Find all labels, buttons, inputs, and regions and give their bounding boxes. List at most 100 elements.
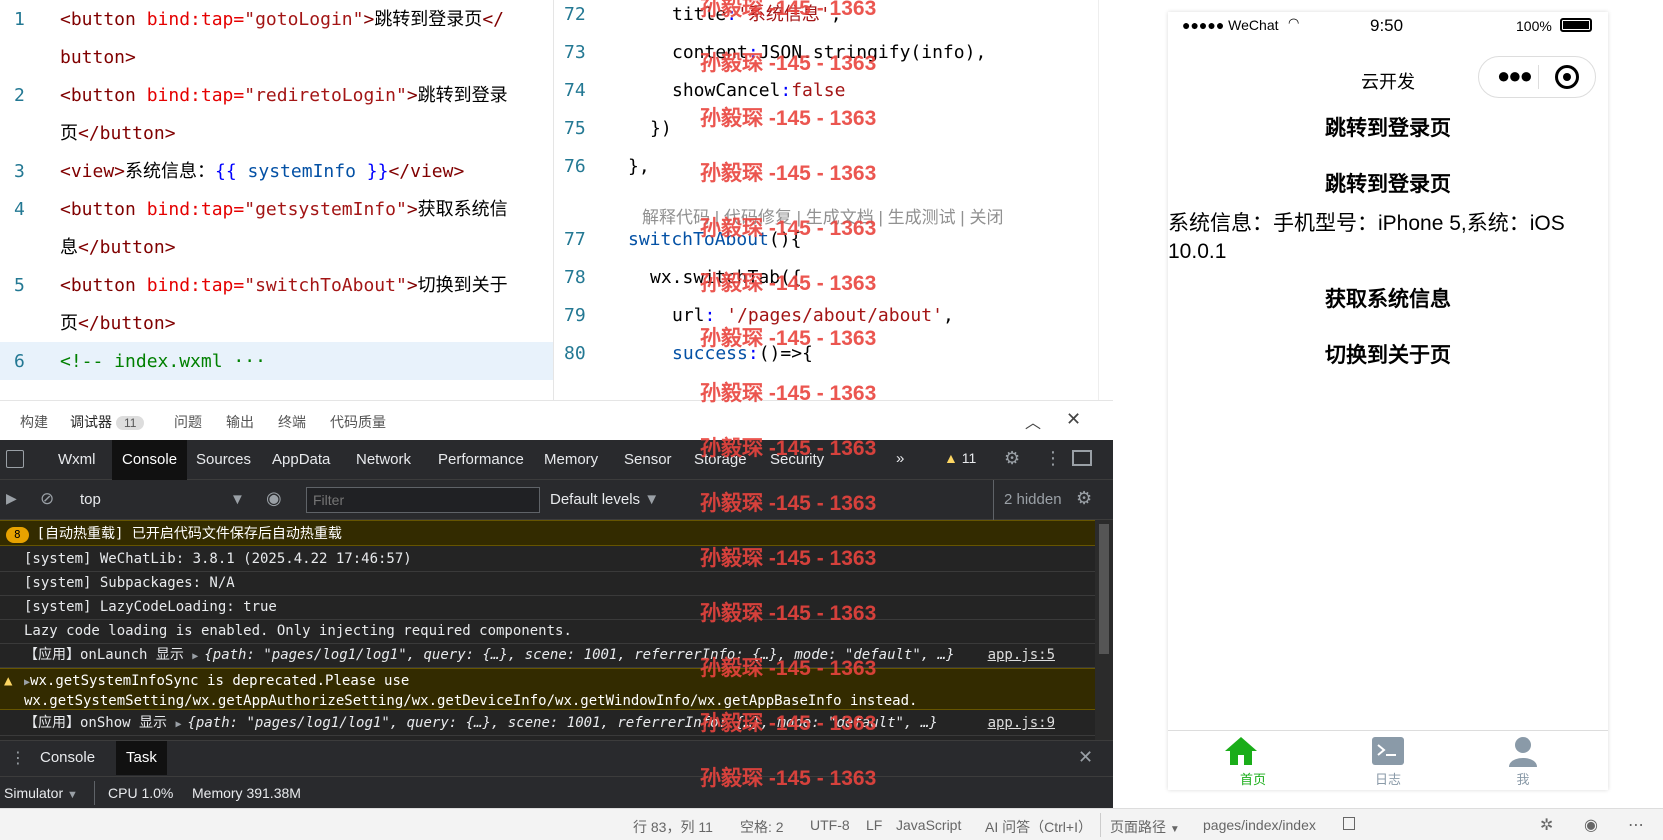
console-row[interactable]: 8 [自动热重载] 已开启代码文件保存后自动热重载 — [0, 520, 1095, 546]
code-line[interactable]: 5 <button bind:tap="switchToAbout">切换到关于 — [0, 266, 553, 304]
console-row[interactable]: ▲ ▶wx.getSystemInfoSync is deprecated.Ple… — [0, 668, 1095, 710]
code-line[interactable]: 页</button> — [0, 114, 553, 152]
drawer-tab-console[interactable]: Console — [30, 741, 105, 775]
console-row[interactable]: [system] WeChatLib: 3.8.1 (2025.4.22 17:… — [0, 546, 1095, 572]
clear-console-icon[interactable]: ⊘ — [40, 489, 54, 509]
goto-login-button[interactable]: 跳转到登录页 — [1168, 112, 1608, 142]
scrollbar-thumb[interactable] — [1099, 524, 1109, 654]
devtools-tab-sensor[interactable]: Sensor — [614, 440, 682, 480]
drawer-menu-icon[interactable]: ⋮ — [10, 748, 26, 768]
warning-icon: ▲ — [944, 450, 958, 466]
redirect-login-button[interactable]: 跳转到登录页 — [1168, 168, 1608, 198]
encoding[interactable]: UTF-8 — [810, 817, 850, 833]
code-line[interactable]: 77 switchToAbout(){ — [554, 220, 1099, 260]
copy-icon[interactable] — [1343, 817, 1355, 830]
tabbar-item-home[interactable]: 首页 — [1223, 735, 1283, 788]
get-system-info-button[interactable]: 获取系统信息 — [1168, 283, 1608, 313]
settings-icon[interactable]: ⚙ — [1004, 448, 1020, 469]
sidebar-toggle-icon[interactable]: ▶ — [6, 490, 17, 507]
tabbar-item-log[interactable]: 日志 — [1358, 735, 1418, 788]
tab-code-quality[interactable]: 代码质量 — [330, 412, 386, 432]
code-line[interactable]: 78 wx.switchTab({ — [554, 258, 1099, 298]
code-line[interactable]: 72 title:'系统信息', — [554, 0, 1099, 35]
tab-debugger[interactable]: 调试器 11 — [70, 412, 145, 432]
code-line[interactable]: 74 showCancel:false — [554, 71, 1099, 111]
editor-wxml[interactable]: 1 <button bind:tap="gotoLogin">跳转到登录页</bu… — [0, 0, 553, 400]
kebab-menu-icon[interactable]: ⋮ — [1044, 448, 1062, 469]
devtools-tab-wxml[interactable]: Wxml — [48, 440, 106, 480]
code-line[interactable]: 75}) — [554, 109, 1099, 149]
devtools-tab-performance[interactable]: Performance — [428, 440, 534, 480]
bug-icon[interactable]: ✲ — [1540, 815, 1553, 835]
expand-arrow-icon[interactable]: ▶ — [192, 651, 204, 662]
dock-icon[interactable] — [1072, 450, 1092, 466]
indent-spaces[interactable]: 空格: 2 — [740, 817, 784, 837]
close-panel-icon[interactable]: ✕ — [1066, 409, 1081, 430]
filter-input[interactable] — [306, 487, 540, 513]
code-line[interactable]: 73 content:JSON.stringify(info), — [554, 33, 1099, 73]
eol[interactable]: LF — [866, 817, 882, 833]
more-tabs-icon[interactable]: » — [896, 450, 904, 467]
language-mode[interactable]: JavaScript — [896, 817, 961, 833]
devtools-tab-sources[interactable]: Sources — [186, 440, 261, 480]
console-settings-icon[interactable]: ⚙ — [1076, 488, 1092, 509]
devtools-tab-storage[interactable]: Storage — [684, 440, 757, 480]
code-line[interactable]: 2 <button bind:tap="rediretoLogin">跳转到登录 — [0, 76, 553, 114]
editor-js[interactable]: 解释代码 | 代码修复 | 生成文档 | 生成测试 | 关闭 72 title:'… — [553, 0, 1113, 400]
console-row[interactable]: [system] LazyCodeLoading: true — [0, 594, 1095, 620]
tab-output[interactable]: 输出 — [226, 412, 254, 432]
capsule-menu[interactable]: ●●● — [1478, 56, 1596, 98]
tab-terminal[interactable]: 终端 — [278, 412, 306, 432]
tabbar-item-me[interactable]: 我 — [1493, 735, 1553, 788]
devtools-tab-security[interactable]: Security — [760, 440, 834, 480]
console-object[interactable]: {path: "pages/log1/log1", query: {…}, sc… — [204, 647, 954, 663]
code-line[interactable]: 4 <button bind:tap="getsystemInfo">获取系统信 — [0, 190, 553, 228]
phone-simulator[interactable]: ●●●●● WeChat ◠ 9:50 100% 云开发 ●●● 跳转到登录页 … — [1168, 12, 1608, 790]
code-token: '系统信息' — [737, 4, 831, 25]
console-row[interactable]: 【应用】onShow 显示 ▶ {path: "pages/log1/log1"… — [0, 710, 1095, 736]
editor-scrollbar[interactable] — [1098, 0, 1112, 400]
console-row[interactable]: 【应用】onLaunch 显示 ▶ {path: "pages/log1/log… — [0, 642, 1095, 668]
code-line[interactable]: 1 <button bind:tap="gotoLogin">跳转到登录页</ — [0, 0, 553, 38]
devtools-tab-network[interactable]: Network — [346, 440, 421, 480]
ai-assistant[interactable]: AI 问答（Ctrl+I） — [985, 817, 1092, 837]
devtools-tab-console[interactable]: Console — [112, 440, 188, 480]
close-miniprogram-icon[interactable] — [1555, 65, 1579, 89]
simulator-select[interactable]: Simulator ▼ — [4, 785, 78, 801]
devtools-tab-appdata[interactable]: AppData — [262, 440, 340, 480]
code-line[interactable]: 息</button> — [0, 228, 553, 266]
log-levels-select[interactable]: Default levels ▼ — [550, 491, 659, 508]
code-line[interactable]: 6 <!-- index.wxml ··· — [0, 342, 553, 380]
context-select[interactable]: top ▼ — [80, 491, 245, 508]
tab-problems[interactable]: 问题 — [174, 412, 202, 432]
code-text: wx.switchTab({ — [650, 258, 802, 298]
code-line[interactable]: 80 success:()=>{ — [554, 334, 1099, 374]
code-line[interactable]: 79 url: '/pages/about/about', — [554, 296, 1099, 336]
code-line[interactable]: 76}, — [554, 147, 1099, 187]
collapse-panel-icon[interactable]: ︿ — [1025, 409, 1041, 433]
source-link[interactable]: app.js:9 — [988, 710, 1055, 736]
code-token: bind:tap= — [146, 275, 245, 296]
divider — [94, 781, 95, 805]
code-line[interactable]: button> — [0, 38, 553, 76]
switch-to-about-button[interactable]: 切换到关于页 — [1168, 339, 1608, 369]
console-object[interactable]: {path: "pages/log1/log1", query: {…}, sc… — [187, 715, 937, 731]
warning-count[interactable]: ▲ 11 — [944, 450, 976, 466]
more-dots-icon[interactable]: ●●● — [1497, 63, 1533, 89]
inspect-icon[interactable] — [6, 450, 24, 468]
eye-icon[interactable]: ◉ — [266, 488, 282, 509]
code-line[interactable]: 3 <view>系统信息：{{ systemInfo }}</view> — [0, 152, 553, 190]
drawer-tab-task[interactable]: Task — [116, 741, 167, 775]
tab-build[interactable]: 构建 — [20, 412, 48, 432]
source-link[interactable]: app.js:5 — [988, 642, 1055, 668]
expand-arrow-icon[interactable]: ▶ — [175, 719, 187, 730]
console-row[interactable]: [system] Subpackages: N/A — [0, 570, 1095, 596]
close-drawer-icon[interactable]: ✕ — [1078, 747, 1093, 768]
more-icon[interactable]: ⋯ — [1628, 815, 1644, 835]
eye-icon[interactable]: ◉ — [1584, 815, 1598, 835]
devtools-tab-memory[interactable]: Memory — [534, 440, 608, 480]
console-row[interactable]: Lazy code loading is enabled. Only injec… — [0, 618, 1095, 644]
cursor-position[interactable]: 行 83，列 11 — [633, 817, 713, 837]
code-line[interactable]: 页</button> — [0, 304, 553, 342]
page-path-select[interactable]: 页面路径 ▼ — [1110, 817, 1180, 837]
